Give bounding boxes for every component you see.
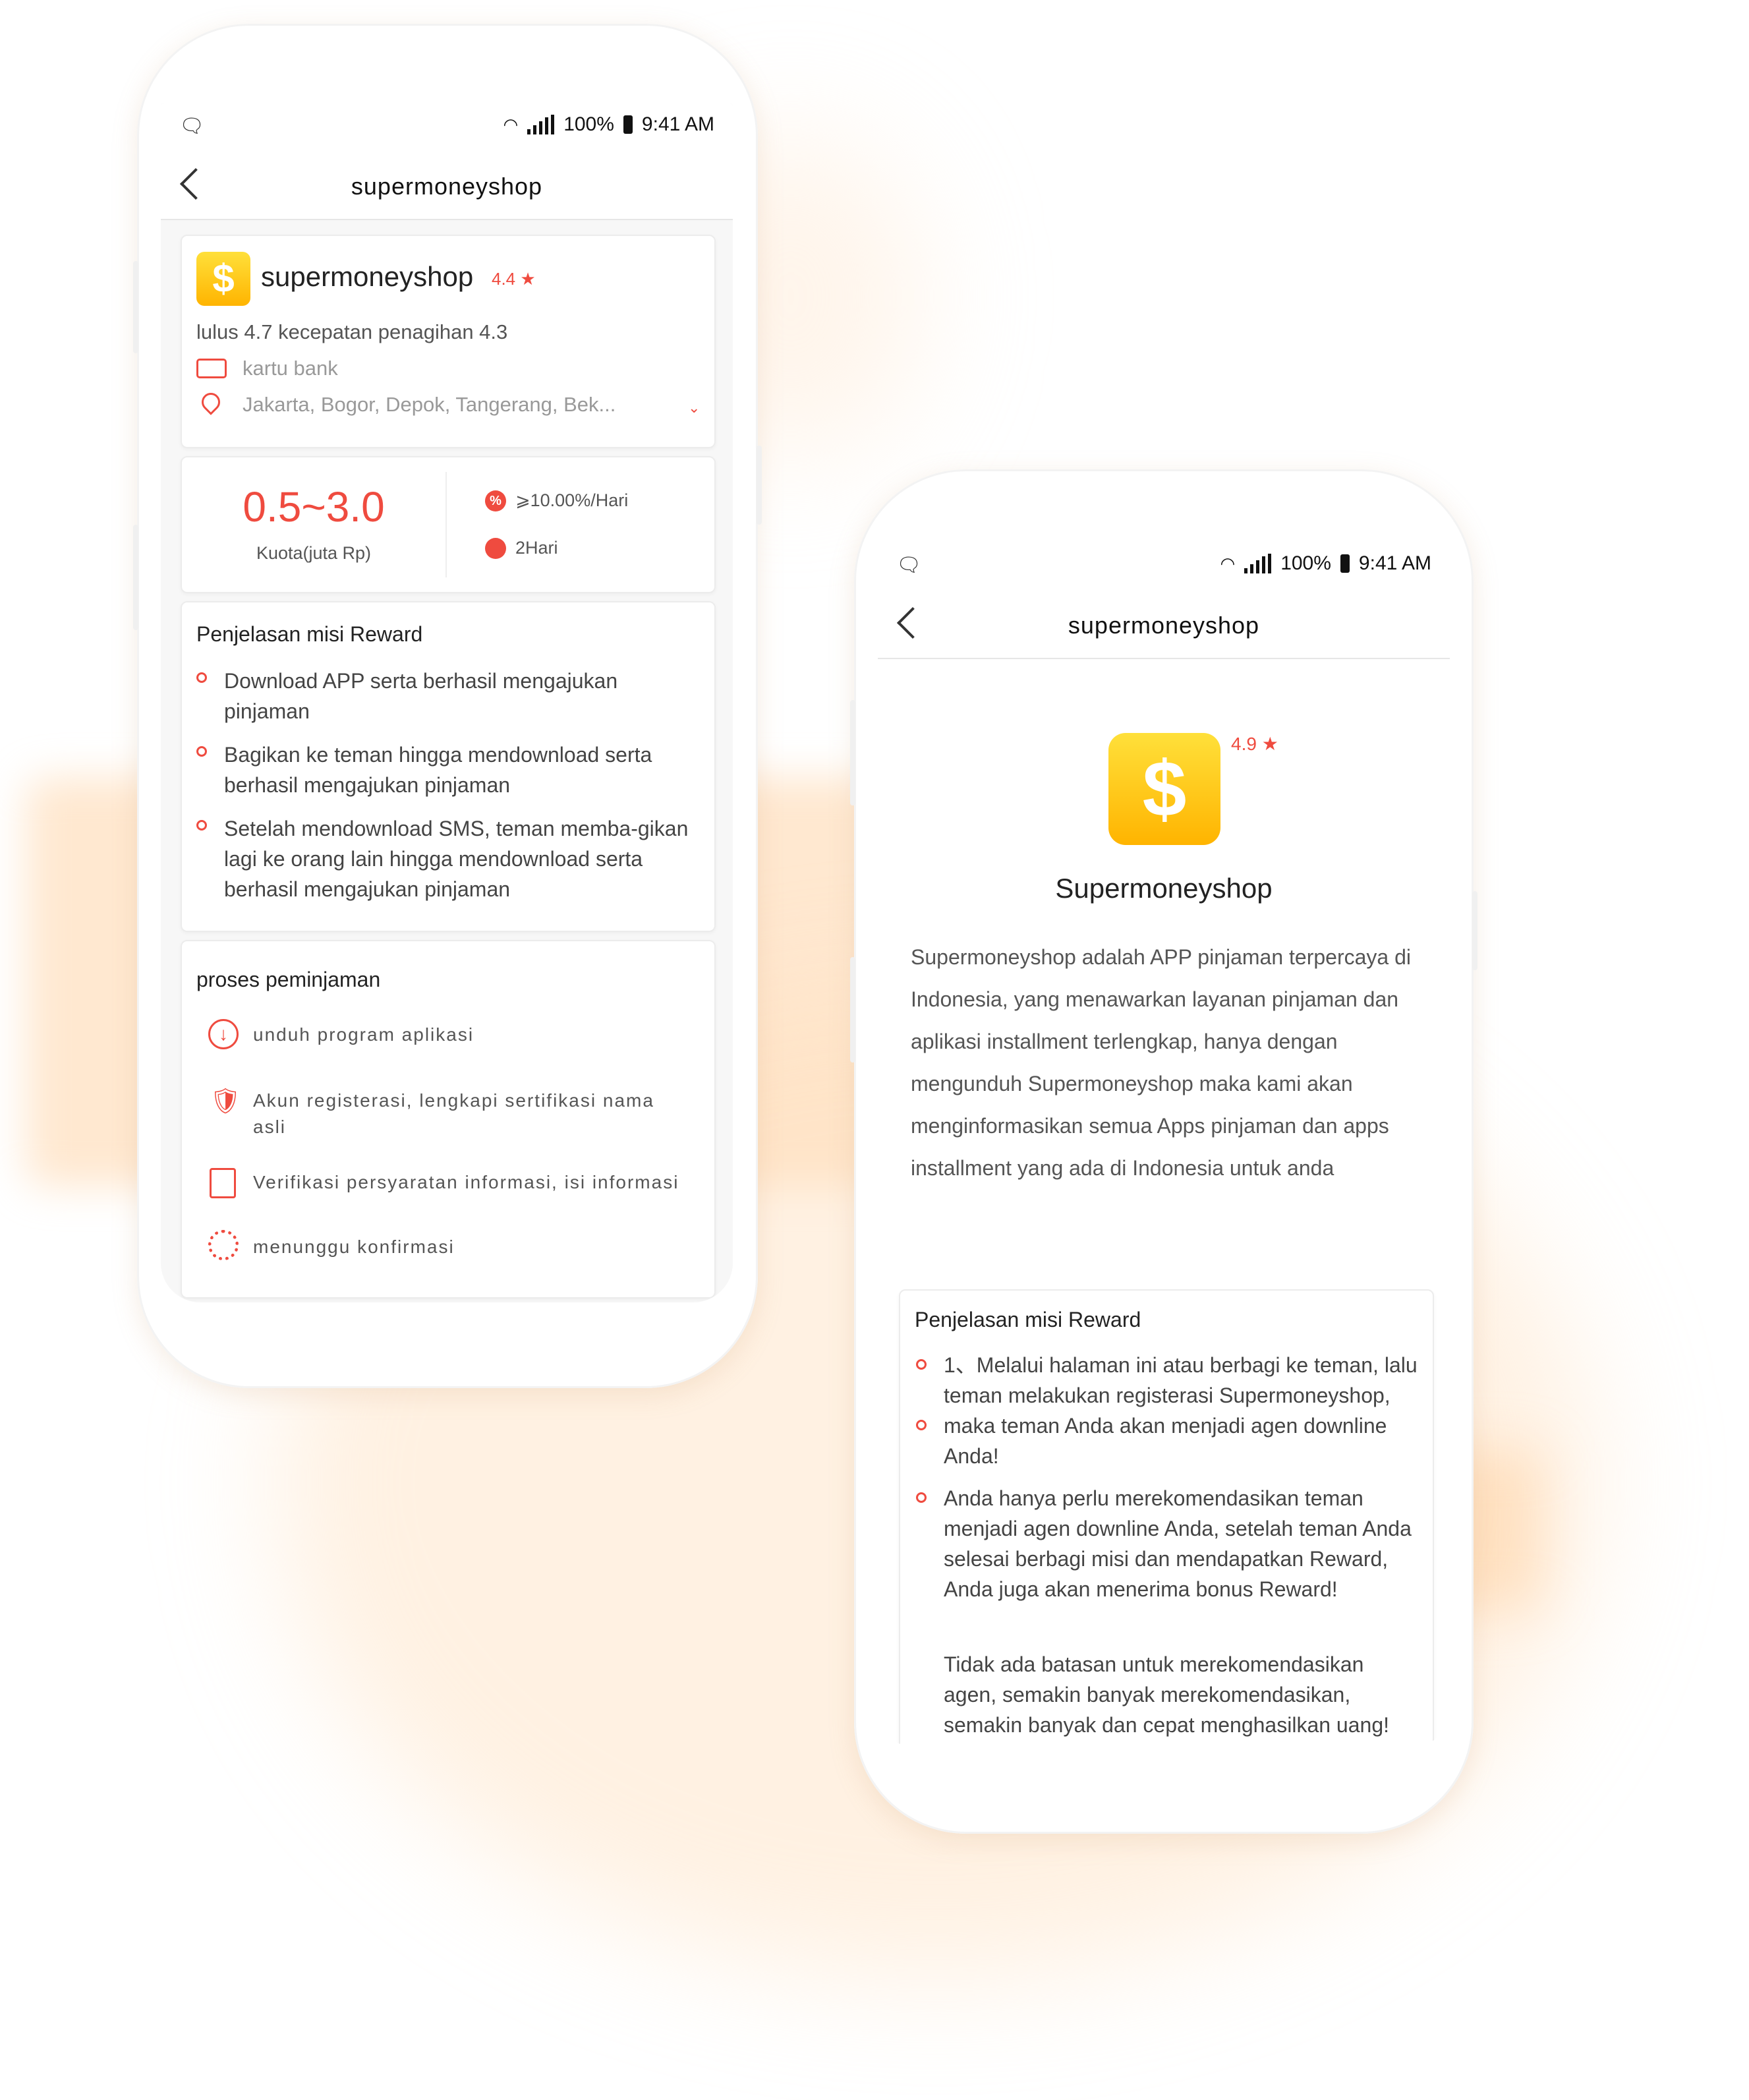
status-bar: 🗨 ◠ 100% 9:41 AM — [878, 542, 1450, 589]
quota-label: Kuota(juta Rp) — [256, 543, 372, 563]
side-button — [1472, 891, 1477, 970]
bullet-icon — [196, 820, 207, 831]
clock-icon — [485, 538, 506, 559]
app-rating: 4.9 — [1231, 734, 1257, 754]
battery-percent: 100% — [1280, 552, 1331, 574]
dollar-app-icon: $ — [1108, 733, 1220, 845]
bullet-icon — [916, 1420, 927, 1430]
side-button — [850, 957, 855, 1063]
battery-icon — [623, 115, 633, 134]
expand-chevron-icon[interactable]: ⌄ — [688, 399, 700, 417]
app-rating: 4.4 — [492, 269, 516, 289]
chat-icon: 🗨 — [179, 115, 205, 137]
card-icon — [196, 359, 227, 378]
nav-bar: supermoneyshop — [161, 150, 733, 220]
process-step: Verifikasi persyaratan informasi, isi in… — [253, 1172, 679, 1192]
phone-left: 🗨 ◠ 100% 9:41 AM supermoneyshop $ superm… — [133, 24, 762, 1388]
reward-item-text: Download APP serta berhasil mengajukan p… — [224, 669, 618, 723]
screen-left: 🗨 ◠ 100% 9:41 AM supermoneyshop $ superm… — [161, 103, 733, 1302]
reward-card: Penjelasan misi Reward Download APP sert… — [181, 601, 716, 932]
location-text: Jakarta, Bogor, Depok, Tangerang, Bek... — [243, 393, 616, 416]
ratings-line: lulus 4.7 kecepatan penagihan 4.3 — [196, 320, 508, 343]
reward-card: Penjelasan misi Reward 1、Melalui halaman… — [899, 1289, 1434, 1748]
reward-item: Setelah mendownload SMS, teman memba-gik… — [196, 813, 697, 904]
bullet-icon — [196, 672, 207, 683]
reward-item-text: Anda hanya perlu merekomendasikan teman … — [944, 1486, 1412, 1601]
bullet-icon — [196, 746, 207, 757]
location-pin-icon — [198, 389, 224, 415]
phone-right: 🗨 ◠ 100% 9:41 AM supermoneyshop $ 4.9 ★ … — [850, 469, 1477, 1834]
screen-right: 🗨 ◠ 100% 9:41 AM supermoneyshop $ 4.9 ★ … — [878, 542, 1450, 1748]
status-bar: 🗨 ◠ 100% 9:41 AM — [161, 103, 733, 150]
app-name: Supermoneyshop — [1055, 873, 1273, 904]
bullet-icon — [916, 1492, 927, 1503]
app-name: supermoneyshop — [261, 261, 474, 292]
shield-check-icon: 🛡 — [210, 1088, 242, 1115]
battery-icon — [1340, 554, 1350, 573]
signal-icon — [1244, 554, 1272, 573]
clock: 9:41 AM — [1358, 552, 1431, 574]
battery-percent: 100% — [563, 113, 614, 135]
reward-title: Penjelasan misi Reward — [196, 622, 423, 646]
process-card: proses peminjaman ↓ unduh program aplika… — [181, 940, 716, 1298]
process-step: menunggu konfirmasi — [253, 1237, 455, 1257]
reward-item: Download APP serta berhasil mengajukan p… — [196, 666, 697, 726]
side-button — [133, 261, 138, 353]
side-button — [757, 446, 762, 525]
bullet-icon — [916, 1359, 927, 1370]
dollar-app-icon: $ — [196, 252, 250, 306]
quota-range: 0.5~3.0 — [243, 483, 385, 531]
divider — [445, 472, 447, 577]
process-step: unduh program aplikasi — [253, 1024, 474, 1045]
reward-note: Tidak ada batasan untuk merekomendasikan… — [944, 1652, 1389, 1737]
reward-item-text: 1、Melalui halaman ini atau berbagi ke te… — [944, 1353, 1418, 1468]
wifi-icon: ◠ — [503, 114, 519, 134]
wifi-icon: ◠ — [1220, 553, 1236, 573]
loan-term: 2Hari — [515, 538, 558, 558]
nav-bar: supermoneyshop — [878, 589, 1450, 659]
reward-item: Bagikan ke teman hingga mendownload sert… — [196, 740, 697, 800]
quota-card: 0.5~3.0 Kuota(juta Rp) % ⩾10.00%/Hari 2H… — [181, 456, 716, 593]
signal-icon — [527, 115, 555, 134]
process-step: Akun registerasi, lengkapi sertifikasi n… — [253, 1090, 654, 1137]
reward-title: Penjelasan misi Reward — [915, 1308, 1141, 1331]
chat-icon: 🗨 — [896, 554, 922, 576]
interest-rate: ⩾10.00%/Hari — [515, 490, 629, 510]
side-button — [850, 700, 855, 805]
process-title: proses peminjaman — [196, 968, 381, 991]
percent-icon: % — [485, 490, 506, 511]
star-icon: ★ — [520, 269, 536, 289]
reward-item-text: Bagikan ke teman hingga mendownload sert… — [224, 743, 652, 797]
app-info-card: $ supermoneyshop 4.4 ★ lulus 4.7 kecepat… — [181, 235, 716, 448]
requirement-text: kartu bank — [243, 357, 338, 380]
page-title: supermoneyshop — [1068, 612, 1260, 639]
star-icon: ★ — [1261, 734, 1278, 754]
form-edit-icon — [210, 1168, 236, 1198]
reward-item-text: Setelah mendownload SMS, teman memba-gik… — [224, 817, 689, 901]
clock: 9:41 AM — [641, 113, 714, 135]
loading-spinner-icon — [208, 1230, 239, 1260]
download-icon: ↓ — [208, 1019, 239, 1049]
app-description: Supermoneyshop adalah APP pinjaman terpe… — [911, 945, 1412, 1180]
page-title: supermoneyshop — [351, 173, 543, 200]
side-button — [133, 525, 138, 630]
